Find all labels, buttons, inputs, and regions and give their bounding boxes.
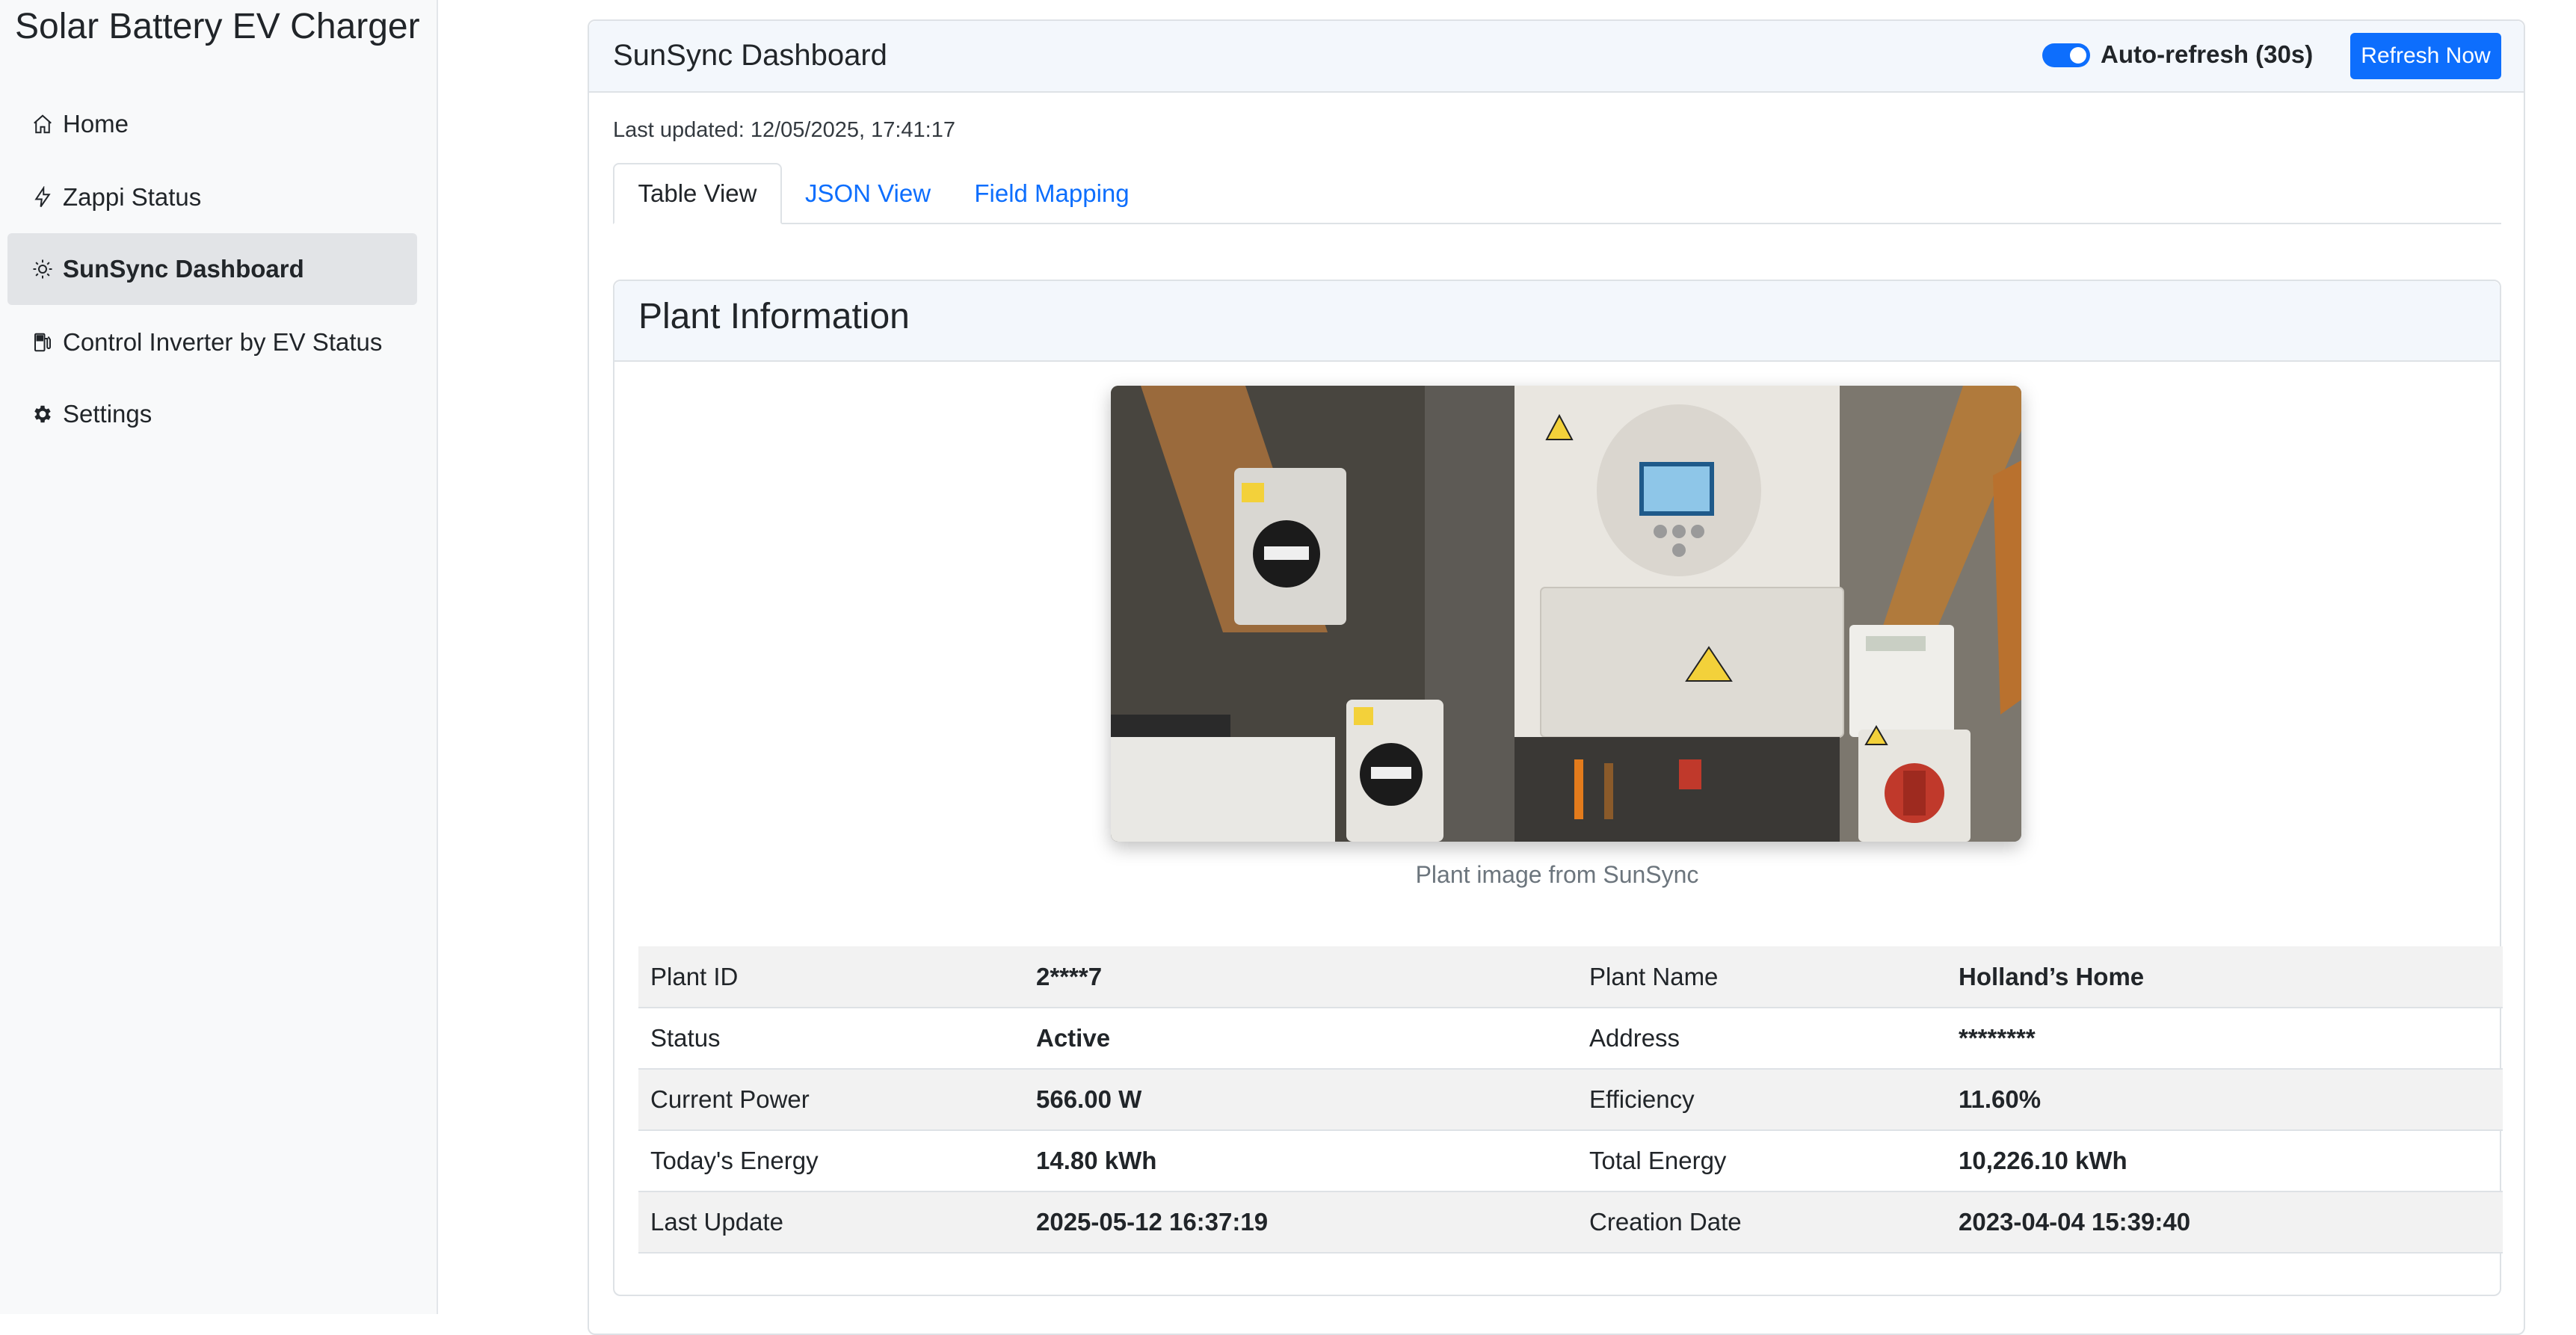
sidebar: Solar Battery EV Charger Home Zappi Stat… [0,0,438,1314]
address-value: ******** [1959,1024,2036,1052]
plant-card-header: Plant Information [614,281,2500,362]
todays-energy-label: Today's Energy [650,1147,819,1174]
status-value: Active [1036,1024,1111,1052]
sidebar-item-label: Home [63,110,129,138]
sunsync-dashboard-card: SunSync Dashboard Auto-refresh (30s) Ref… [588,19,2525,1335]
last-update-value: 2025-05-12 16:37:19 [1036,1208,1269,1236]
plant-name-value: Holland’s Home [1959,962,2145,990]
tab-json-view[interactable]: JSON View [791,163,945,224]
last-updated-text: Last updated: 12/05/2025, 17:41:17 [613,118,955,142]
tab-table-view[interactable]: Table View [613,163,782,224]
last-update-label: Last Update [650,1208,783,1236]
page-title: SunSync Dashboard [613,39,887,72]
total-energy-label: Total Energy [1589,1147,1727,1174]
sidebar-item-label: Zappi Status [63,183,202,211]
sidebar-item-settings[interactable]: Settings [7,378,417,450]
creation-date-value: 2023-04-04 15:39:40 [1959,1208,2191,1236]
efficiency-label: Efficiency [1589,1085,1695,1113]
tab-field-mapping[interactable]: Field Mapping [955,163,1148,224]
plant-name-label: Plant Name [1589,962,1719,990]
plant-id-label: Plant ID [650,962,739,990]
home-icon [31,113,54,135]
auto-refresh-label: Auto-refresh (30s) [2101,40,2314,68]
table-row: Today's Energy 14.80 kWh Total Energy 10… [638,1130,2503,1191]
plant-info-table: Plant ID 2****7 Plant Name Holland’s Hom… [638,946,2503,1254]
plant-information-card: Plant Information Plant image from SunSy… [613,280,2503,1296]
sun-icon [31,258,54,280]
current-power-label: Current Power [650,1085,810,1113]
sidebar-item-zappi-status[interactable]: Zappi Status [7,161,417,233]
app-title: Solar Battery EV Charger [15,7,420,46]
sidebar-item-sunsync-dashboard[interactable]: SunSync Dashboard [7,233,417,305]
refresh-now-button[interactable]: Refresh Now [2350,33,2501,79]
plant-image-caption: Plant image from SunSync [1415,861,1699,888]
gear-icon [31,403,54,425]
todays-energy-value: 14.80 kWh [1036,1147,1157,1174]
toggle-knob [2070,47,2086,64]
plant-id-value: 2****7 [1036,962,1103,990]
address-label: Address [1589,1024,1680,1052]
lightning-icon [31,186,54,209]
plant-information-title: Plant Information [638,297,910,336]
auto-refresh-toggle[interactable] [2042,43,2090,67]
table-row: Current Power 566.00 W Efficiency 11.60% [638,1069,2503,1130]
sidebar-item-control-inverter[interactable]: Control Inverter by EV Status [7,306,417,378]
total-energy-value: 10,226.10 kWh [1959,1147,2127,1174]
sidebar-item-label: Control Inverter by EV Status [63,328,383,356]
sidebar-item-label: SunSync Dashboard [63,255,304,283]
status-label: Status [650,1024,721,1052]
table-row: Status Active Address ******** [638,1008,2503,1069]
card-header: SunSync Dashboard Auto-refresh (30s) Ref… [589,21,2524,93]
sidebar-item-label: Settings [63,400,152,428]
plant-image [1111,386,2021,842]
fuel-pump-icon [31,331,54,354]
sidebar-item-home[interactable]: Home [7,88,417,160]
table-row: Plant ID 2****7 Plant Name Holland’s Hom… [638,946,2503,1008]
table-row: Last Update 2025-05-12 16:37:19 Creation… [638,1191,2503,1253]
current-power-value: 566.00 W [1036,1085,1142,1113]
creation-date-label: Creation Date [1589,1208,1742,1236]
efficiency-value: 11.60% [1959,1085,2042,1113]
